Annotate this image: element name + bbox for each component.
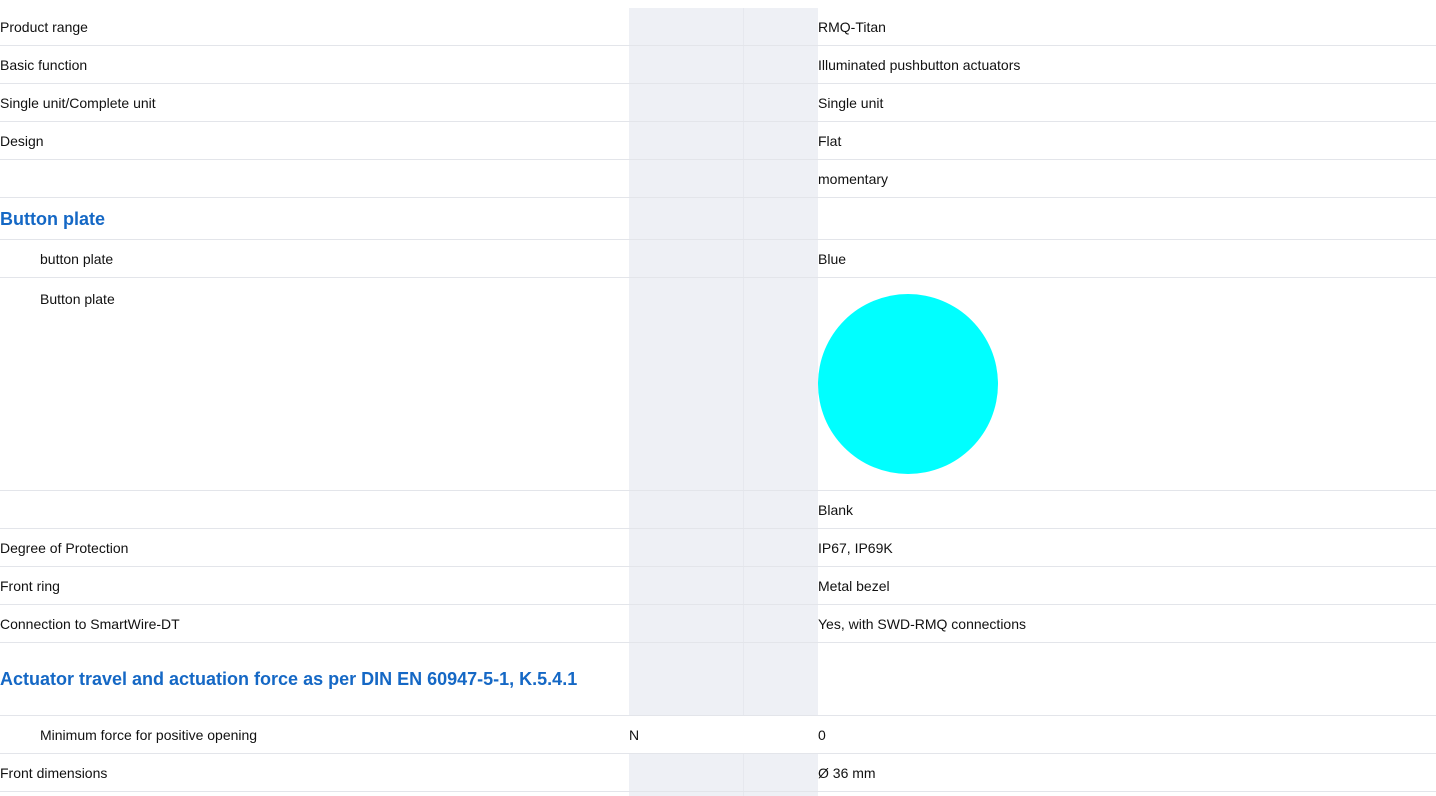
row-value: Single unit — [818, 83, 1436, 122]
row-unit — [629, 566, 743, 605]
row-label: Product range — [0, 8, 629, 46]
row-value: Blank — [818, 490, 1436, 529]
row-unit — [629, 45, 743, 84]
row-value: momentary — [818, 159, 1436, 198]
table-row: Degree of Protection IP67, IP69K — [0, 528, 1436, 567]
table-row: Single unit/Complete unit Single unit — [0, 83, 1436, 122]
row-unit — [629, 8, 743, 46]
row-value: IP67, IP69K — [818, 528, 1436, 567]
row-value: 0 — [818, 715, 1436, 754]
section-title-button-plate: Button plate — [0, 197, 629, 240]
row-unit: N — [629, 715, 743, 754]
row-value: Illuminated pushbutton actuators — [818, 45, 1436, 84]
row-label: Design — [0, 121, 629, 160]
row-value: Blue — [818, 239, 1436, 278]
row-unit — [629, 121, 743, 160]
table-row: momentary — [0, 159, 1436, 198]
table-row: Design Flat — [0, 121, 1436, 160]
row-unit — [629, 604, 743, 643]
section-header-row: Actuator travel and actuation force as p… — [0, 642, 1436, 716]
row-value: RMQ-Titan — [818, 8, 1436, 46]
table-row: Product range RMQ-Titan — [0, 8, 1436, 46]
spec-table: Product range RMQ-Titan Basic function I… — [0, 8, 1436, 792]
row-unit — [629, 159, 743, 198]
row-unit — [629, 528, 743, 567]
row-label — [0, 490, 629, 529]
row-label — [0, 159, 629, 198]
table-row: Blank — [0, 490, 1436, 529]
row-label: Minimum force for positive opening — [0, 715, 629, 754]
table-row: button plate Blue — [0, 239, 1436, 278]
table-row-image: Button plate — [0, 277, 1436, 491]
table-row: Minimum force for positive opening N 0 — [0, 715, 1436, 754]
row-unit — [629, 490, 743, 529]
section-title-actuator: Actuator travel and actuation force as p… — [0, 642, 629, 716]
row-label: Connection to SmartWire-DT — [0, 604, 629, 643]
table-row: Front ring Metal bezel — [0, 566, 1436, 605]
row-label: Front ring — [0, 566, 629, 605]
row-label: Button plate — [0, 277, 629, 491]
row-unit — [629, 83, 743, 122]
row-label: button plate — [0, 239, 629, 278]
button-plate-color-swatch — [818, 294, 998, 474]
row-label: Front dimensions — [0, 753, 629, 792]
table-row: Front dimensions Ø 36 mm — [0, 753, 1436, 792]
table-row: Basic function Illuminated pushbutton ac… — [0, 45, 1436, 84]
row-value: Flat — [818, 121, 1436, 160]
row-label: Degree of Protection — [0, 528, 629, 567]
row-value: Ø 36 mm — [818, 753, 1436, 792]
section-header-row: Button plate — [0, 197, 1436, 240]
row-value: Yes, with SWD-RMQ connections — [818, 604, 1436, 643]
table-row: Connection to SmartWire-DT Yes, with SWD… — [0, 604, 1436, 643]
row-label: Single unit/Complete unit — [0, 83, 629, 122]
row-label: Basic function — [0, 45, 629, 84]
row-value: Metal bezel — [818, 566, 1436, 605]
